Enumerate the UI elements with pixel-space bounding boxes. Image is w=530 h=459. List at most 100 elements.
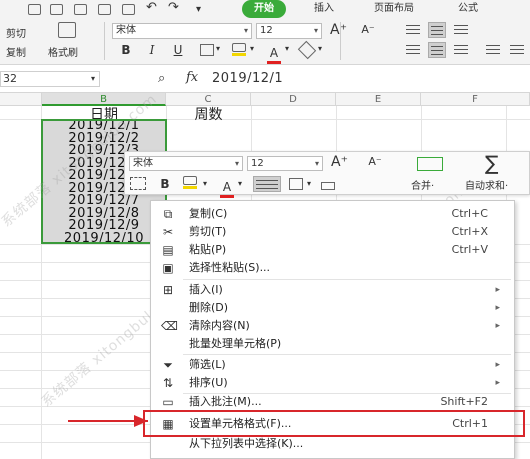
menu-item-label: 复制(C) [189, 207, 228, 220]
mini-bold-button[interactable]: B [157, 176, 173, 192]
mini-size-select[interactable]: 12 ▾ [247, 156, 323, 171]
menu-item-label: 排序(U) [189, 376, 228, 389]
menu-item-label: 批量处理单元格(P) [189, 337, 282, 350]
grow-font-button[interactable]: A⁺ [330, 22, 347, 38]
ribbon: ↶ ↷ ▾ 开始 插入 页面布局 公式 剪切 复制 格式刷 宋体 ▾ 12 ▾ … [0, 0, 530, 65]
mini-size-value: 12 [251, 158, 264, 169]
header-cell-week[interactable]: 周数 [166, 104, 251, 124]
fx-label[interactable]: fx [186, 70, 198, 85]
align-center-button[interactable] [428, 42, 446, 58]
row-header-corner[interactable] [0, 93, 42, 106]
redo-icon[interactable]: ↷ [168, 0, 179, 16]
export-icon[interactable] [74, 4, 87, 15]
mini-font-select[interactable]: 宋体 ▾ [129, 156, 243, 171]
paste-icon: ▤ [162, 243, 174, 257]
chevron-down-icon[interactable]: ▾ [307, 179, 311, 188]
mini-fill-color-icon[interactable] [183, 176, 199, 191]
menu-item-insert[interactable]: ⊞ 插入(I) ▸ [151, 281, 514, 299]
chevron-down-icon[interactable]: ▾ [285, 44, 289, 53]
formula-input[interactable]: 2019/12/1 [212, 71, 283, 86]
mini-shrink-font-button[interactable]: A⁻ [367, 154, 383, 170]
tab-insert[interactable]: 插入 [314, 0, 334, 18]
tab-start[interactable]: 开始 [242, 0, 286, 18]
chevron-down-icon[interactable]: ▾ [91, 72, 95, 86]
highlight-box [143, 410, 525, 437]
menu-item-copy[interactable]: ⧉ 复制(C) Ctrl+C [151, 205, 514, 223]
merge-icon[interactable] [417, 157, 443, 171]
chevron-down-icon[interactable]: ▾ [318, 44, 322, 53]
chevron-down-icon: ▾ [313, 26, 318, 35]
align-left-button[interactable] [404, 42, 422, 58]
more-icon[interactable]: ▾ [196, 1, 201, 19]
menu-item-pick-from-list[interactable]: 从下拉列表中选择(K)... [151, 435, 514, 453]
font-name-select[interactable]: 宋体 ▾ [112, 23, 252, 39]
shrink-font-button[interactable]: A⁻ [360, 22, 376, 38]
mini-layout-icon[interactable] [130, 177, 146, 190]
merge-button[interactable]: 合并· [411, 177, 434, 192]
menu-item-clear[interactable]: ⌫ 清除内容(N) ▸ [151, 317, 514, 335]
align-middle-button[interactable] [428, 22, 446, 38]
ribbon-divider [104, 22, 105, 60]
mini-grow-font-button[interactable]: A⁺ [331, 154, 348, 170]
border-icon[interactable] [200, 44, 214, 56]
format-painter-icon[interactable] [58, 22, 76, 38]
mini-font-color-glyph: A [222, 180, 232, 194]
ribbon-tab-row: ↶ ↷ ▾ 开始 插入 页面布局 公式 [0, 0, 530, 18]
copy-button[interactable]: 复制 [6, 44, 26, 59]
align-top-button[interactable] [404, 22, 422, 38]
column-header-e[interactable]: E [336, 93, 421, 106]
distribute-button[interactable] [508, 42, 526, 58]
format-painter-button[interactable]: 格式刷 [48, 44, 78, 59]
menu-separator [183, 354, 511, 355]
chevron-down-icon[interactable]: ▾ [238, 179, 242, 188]
mini-align-center-button[interactable] [253, 176, 281, 192]
undo-icon[interactable]: ↶ [146, 0, 157, 16]
cut-button[interactable]: 剪切 [6, 25, 26, 40]
eraser-icon[interactable] [297, 40, 317, 60]
chevron-down-icon[interactable]: ▾ [216, 44, 220, 53]
menu-item-paste-special[interactable]: ▣ 选择性粘贴(S)... [151, 259, 514, 277]
font-size-select[interactable]: 12 ▾ [256, 23, 322, 39]
tab-page-layout[interactable]: 页面布局 [374, 0, 414, 18]
font-color-button[interactable]: A [266, 42, 282, 64]
zoom-icon[interactable]: ⌕ [158, 71, 165, 86]
italic-button[interactable]: I [144, 42, 160, 58]
justify-button[interactable] [484, 42, 502, 58]
menu-item-label: 剪切(T) [189, 225, 227, 238]
menu-item-filter[interactable]: ⏷ 筛选(L) ▸ [151, 356, 514, 374]
chevron-down-icon[interactable]: ▾ [250, 44, 254, 53]
column-header-f[interactable]: F [421, 93, 530, 106]
comment-icon: ▭ [162, 395, 174, 409]
tab-formula[interactable]: 公式 [458, 0, 478, 18]
align-bottom-button[interactable] [452, 22, 470, 38]
menu-item-cut[interactable]: ✂ 剪切(T) Ctrl+X [151, 223, 514, 241]
mini-clear-icon[interactable] [321, 177, 335, 190]
menu-item-paste[interactable]: ▤ 粘贴(P) Ctrl+V [151, 241, 514, 259]
name-box[interactable]: 32 ▾ [0, 71, 100, 87]
save-icon[interactable] [28, 4, 41, 15]
column-header-d[interactable]: D [251, 93, 336, 106]
filter-icon: ⏷ [163, 358, 173, 372]
fill-color-icon[interactable] [232, 43, 246, 56]
preview-icon[interactable] [122, 4, 135, 15]
menu-item-sort[interactable]: ⇅ 排序(U) ▸ [151, 374, 514, 392]
menu-item-label: 删除(D) [189, 301, 229, 314]
font-name-value: 宋体 [116, 25, 136, 36]
menu-item-label: 粘贴(P) [189, 243, 227, 256]
underline-button[interactable]: U [170, 42, 186, 58]
mini-border-icon[interactable] [289, 178, 303, 190]
autosum-button[interactable]: 自动求和· [465, 177, 508, 192]
submenu-arrow-icon: ▸ [495, 360, 500, 370]
menu-item-delete[interactable]: 删除(D) ▸ [151, 299, 514, 317]
menu-item-batch[interactable]: 批量处理单元格(P) [151, 335, 514, 353]
menu-item-shortcut: Ctrl+X [451, 225, 488, 238]
autosum-icon[interactable]: ∑ [485, 153, 498, 173]
submenu-arrow-icon: ▸ [495, 303, 500, 313]
menu-item-insert-comment[interactable]: ▭ 插入批注(M)... Shift+F2 [151, 393, 514, 411]
bold-button[interactable]: B [118, 42, 134, 58]
align-right-button[interactable] [452, 42, 470, 58]
chevron-down-icon[interactable]: ▾ [203, 179, 207, 188]
print-icon[interactable] [98, 4, 111, 15]
mini-font-color-button[interactable]: A [219, 176, 235, 198]
open-icon[interactable] [50, 4, 63, 15]
